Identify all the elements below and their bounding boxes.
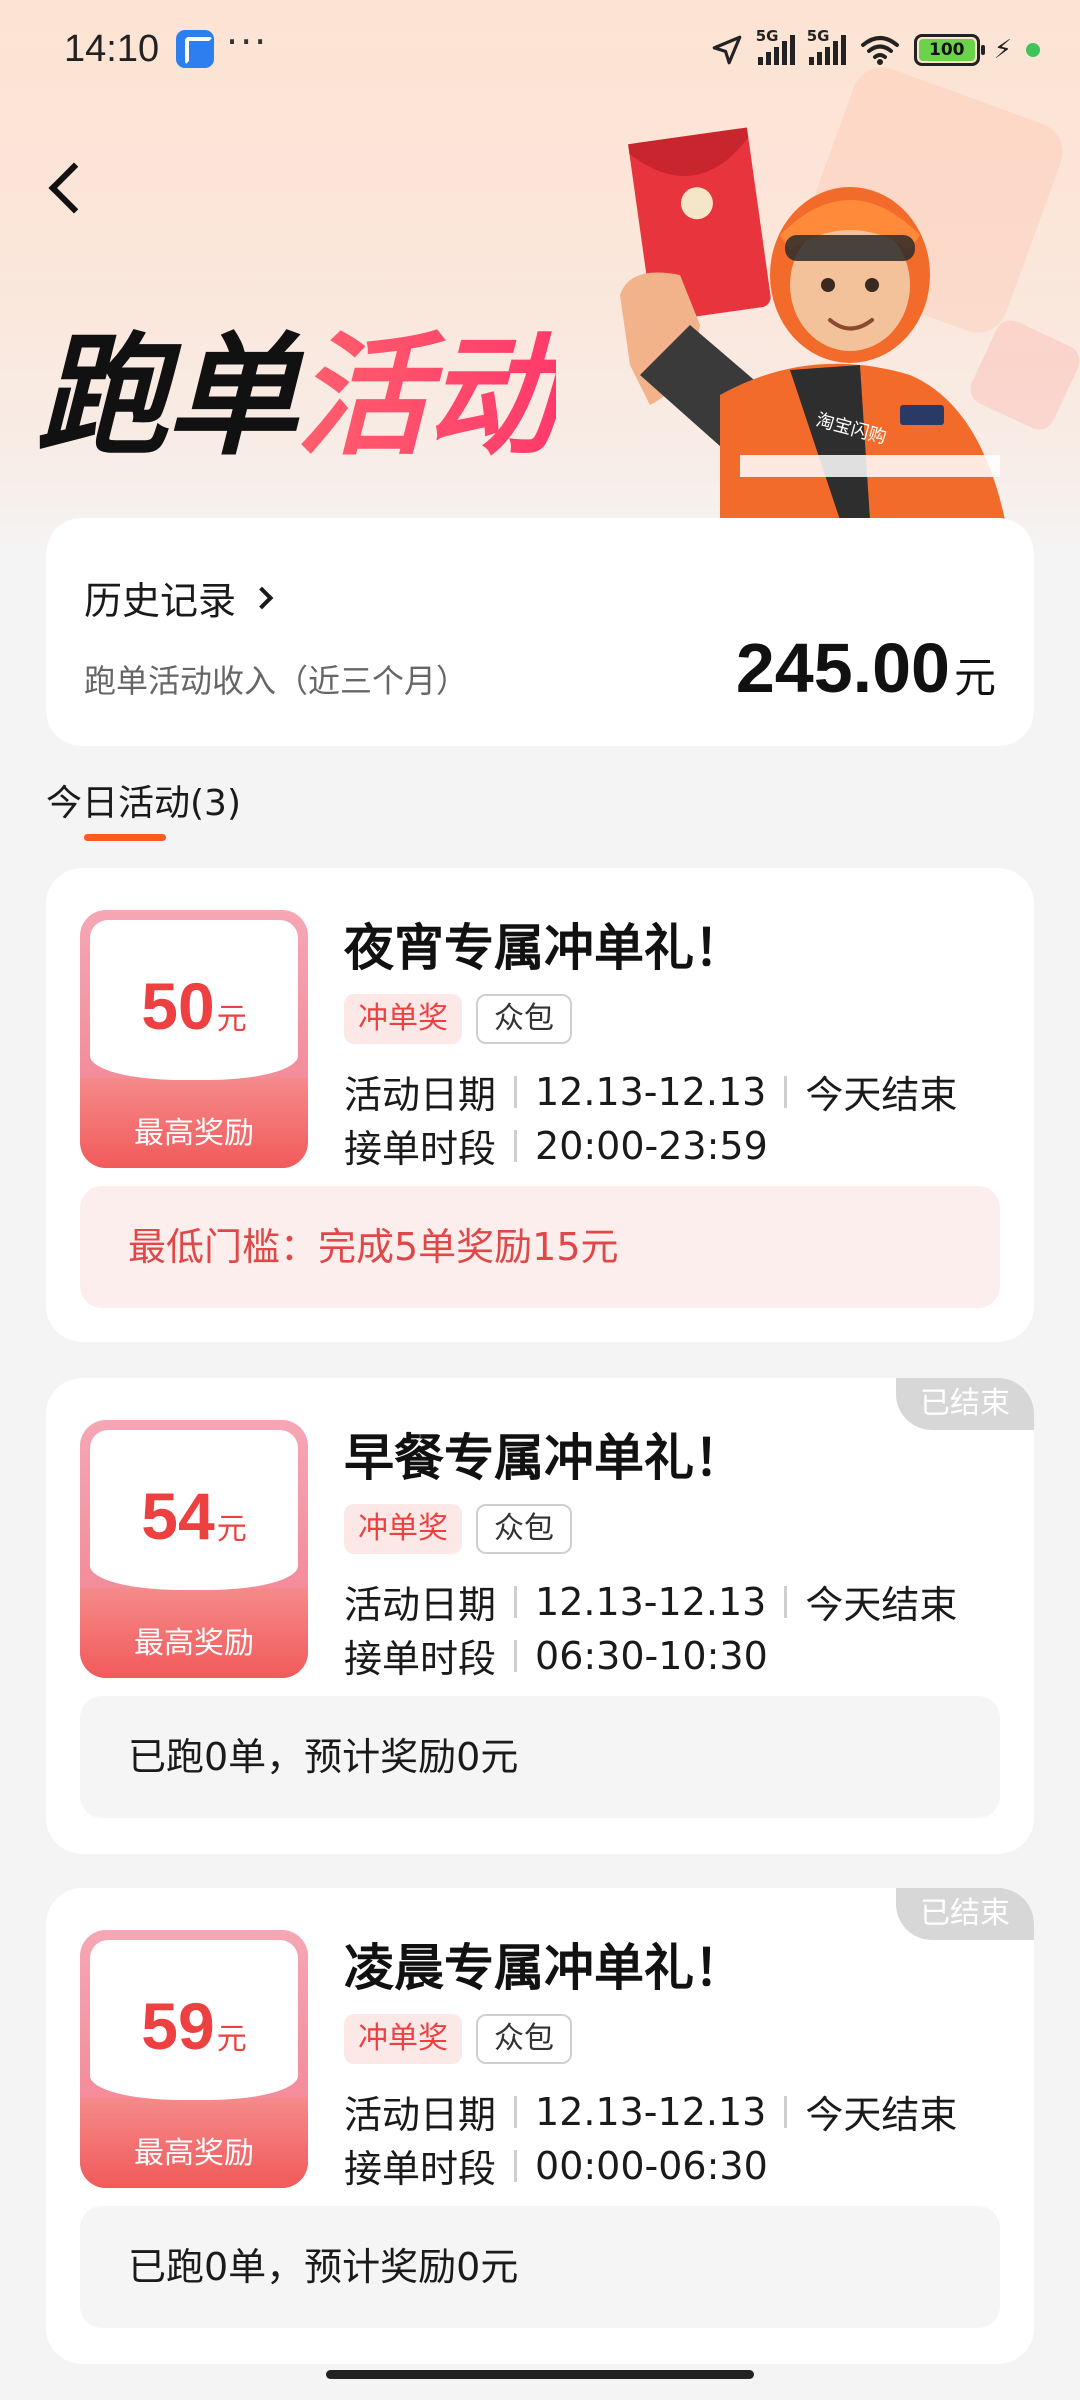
- history-link-label: 历史记录: [84, 579, 237, 623]
- activity-card[interactable]: 50元 最高奖励 夜宵专属冲单礼！ 冲单奖 众包 活动日期 12.13-12.13…: [46, 868, 1034, 1342]
- cellular-signal-icon: 5G: [807, 27, 846, 65]
- activity-title: 早餐专属冲单礼！: [344, 1429, 744, 1487]
- activity-card[interactable]: 已结束 54元 最高奖励 早餐专属冲单礼！ 冲单奖 众包 活动日期 12.13-1…: [46, 1378, 1034, 1854]
- reward-label: 最高奖励: [134, 1626, 254, 1661]
- activity-tags: 冲单奖 众包: [344, 2014, 572, 2064]
- activity-title: 夜宵专属冲单礼！: [344, 919, 744, 977]
- more-notifications-icon: ···: [226, 20, 269, 64]
- activity-tags: 冲单奖 众包: [344, 994, 572, 1044]
- divider: [514, 2095, 518, 2128]
- reward-box: 54元 最高奖励: [80, 1420, 308, 1678]
- reward-box: 59元 最高奖励: [80, 1930, 308, 2188]
- tab-today-activities[interactable]: 今日活动(3): [46, 774, 241, 826]
- activity-date-row: 活动日期 12.13-12.13 今天结束: [344, 2084, 957, 2139]
- tag-rush-reward: 冲单奖: [344, 2014, 462, 2064]
- date-label: 活动日期: [344, 2093, 497, 2137]
- app-notification-icon: [176, 30, 214, 68]
- tag-rush-reward: 冲单奖: [344, 994, 462, 1044]
- network-type-label: 5G: [755, 27, 779, 45]
- income-value: 245.00: [735, 629, 950, 707]
- date-value: 12.13-12.13: [535, 2089, 767, 2134]
- activity-time-row: 接单时段 06:30-10:30: [344, 1628, 768, 1683]
- cellular-signal-icon: 5G: [756, 27, 795, 65]
- reward-amount: 59元: [80, 1988, 308, 2064]
- reward-amount: 54元: [80, 1478, 308, 1554]
- time-value: 00:00-06:30: [535, 2143, 768, 2188]
- reward-label: 最高奖励: [134, 1116, 254, 1151]
- divider: [514, 2149, 518, 2182]
- tag-crowdsource: 众包: [476, 994, 572, 1044]
- activity-progress-info: 已跑0单，预计奖励0元: [80, 2206, 1000, 2328]
- activity-progress-info: 已跑0单，预计奖励0元: [80, 1696, 1000, 1818]
- charging-icon: ⚡: [993, 35, 1012, 65]
- income-amount: 245.00元: [736, 628, 996, 708]
- divider: [514, 1129, 518, 1162]
- status-time: 14:10: [64, 28, 160, 70]
- activity-time-row: 接单时段 00:00-06:30: [344, 2138, 768, 2193]
- end-text: 今天结束: [805, 1583, 958, 1627]
- page-title: 跑单活动: [36, 290, 558, 481]
- tag-rush-reward: 冲单奖: [344, 1504, 462, 1554]
- time-label: 接单时段: [344, 1637, 497, 1681]
- reward-box: 50元 最高奖励: [80, 910, 308, 1168]
- activity-threshold-info: 最低门槛：完成5单奖励15元: [80, 1186, 1000, 1308]
- history-link[interactable]: 历史记录: [84, 570, 274, 625]
- reward-amount-unit: 元: [216, 1003, 247, 1036]
- time-label: 接单时段: [344, 1127, 497, 1171]
- activity-time-row: 接单时段 20:00-23:59: [344, 1118, 768, 1173]
- network-type-label: 5G: [806, 27, 830, 45]
- divider: [514, 1585, 518, 1618]
- divider: [784, 2095, 788, 2128]
- time-value: 20:00-23:59: [535, 1123, 768, 1168]
- divider: [514, 1639, 518, 1672]
- activity-title: 凌晨专属冲单礼！: [344, 1939, 744, 1997]
- end-text: 今天结束: [805, 1073, 958, 1117]
- reward-amount: 50元: [80, 968, 308, 1044]
- reward-amount-value: 54: [141, 1479, 215, 1553]
- time-value: 06:30-10:30: [535, 1633, 768, 1678]
- tab-active-indicator: [84, 834, 166, 841]
- battery-level: 100: [918, 39, 975, 61]
- tag-crowdsource: 众包: [476, 2014, 572, 2064]
- location-icon: [712, 35, 742, 65]
- income-unit: 元: [953, 654, 996, 701]
- reward-label: 最高奖励: [134, 2136, 254, 2171]
- date-value: 12.13-12.13: [535, 1579, 767, 1624]
- status-bar: 14:10 ··· 5G 5G 100 ⚡: [0, 0, 1080, 100]
- privacy-indicator-icon: [1026, 43, 1040, 57]
- divider: [514, 1075, 518, 1108]
- status-indicators: 5G 5G 100 ⚡: [710, 27, 1040, 72]
- activity-date-row: 活动日期 12.13-12.13 今天结束: [344, 1064, 957, 1119]
- date-value: 12.13-12.13: [535, 1069, 767, 1114]
- date-label: 活动日期: [344, 1583, 497, 1627]
- divider: [784, 1585, 788, 1618]
- end-text: 今天结束: [805, 2093, 958, 2137]
- page-title-part2: 活动: [296, 320, 558, 474]
- chevron-right-icon: [250, 586, 274, 609]
- income-label: 跑单活动收入（近三个月）: [84, 662, 469, 700]
- tag-crowdsource: 众包: [476, 1504, 572, 1554]
- divider: [784, 1075, 788, 1108]
- page-title-part1: 跑单: [36, 320, 298, 474]
- income-summary-card: 历史记录 跑单活动收入（近三个月） 245.00元: [46, 518, 1034, 746]
- ended-badge: 已结束: [896, 1888, 1034, 1940]
- back-button[interactable]: [40, 150, 100, 230]
- reward-amount-unit: 元: [216, 1513, 247, 1546]
- activity-tags: 冲单奖 众包: [344, 1504, 572, 1554]
- home-indicator[interactable]: [326, 2370, 754, 2379]
- wifi-icon: [860, 36, 899, 65]
- activity-date-row: 活动日期 12.13-12.13 今天结束: [344, 1574, 957, 1629]
- reward-amount-unit: 元: [216, 2023, 247, 2056]
- date-label: 活动日期: [344, 1073, 497, 1117]
- activity-card[interactable]: 已结束 59元 最高奖励 凌晨专属冲单礼！ 冲单奖 众包 活动日期 12.13-1…: [46, 1888, 1034, 2364]
- reward-amount-value: 50: [141, 969, 215, 1043]
- courier-illustration: 淘宝闪购: [620, 127, 1005, 520]
- battery-icon: 100: [913, 34, 985, 66]
- ended-badge: 已结束: [896, 1378, 1034, 1430]
- time-label: 接单时段: [344, 2147, 497, 2191]
- reward-amount-value: 59: [141, 1989, 215, 2063]
